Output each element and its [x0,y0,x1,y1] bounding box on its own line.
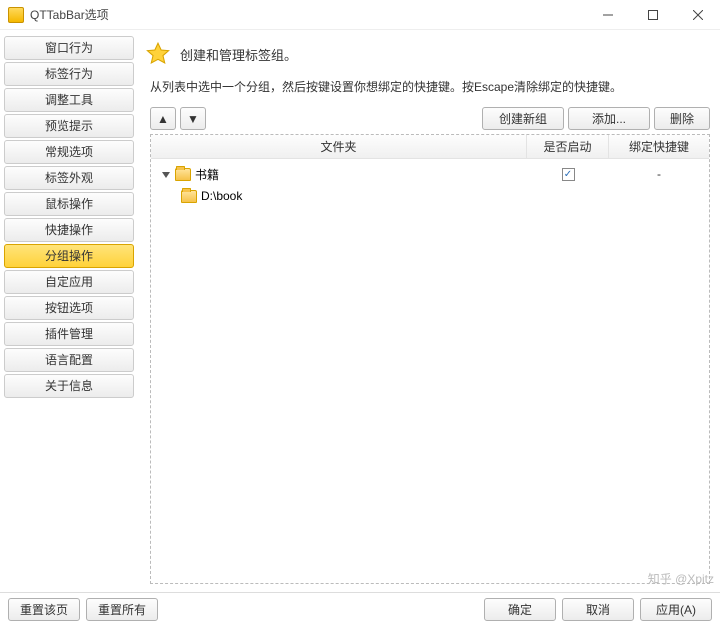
cancel-button[interactable]: 取消 [562,598,634,621]
sidebar-item-9[interactable]: 自定应用 [4,270,134,294]
sidebar-item-12[interactable]: 语言配置 [4,348,134,372]
app-icon [8,7,24,23]
add-button[interactable]: 添加... [568,107,650,130]
sidebar-item-11[interactable]: 插件管理 [4,322,134,346]
reset-all-button[interactable]: 重置所有 [86,598,158,621]
apply-button[interactable]: 应用(A) [640,598,712,621]
minimize-button[interactable] [585,0,630,30]
column-start[interactable]: 是否启动 [527,135,609,158]
move-up-button[interactable]: ▲ [150,107,176,130]
group-tree: 文件夹 是否启动 绑定快捷键 书籍 ✓ - [150,134,710,584]
content-panel: 创建和管理标签组。 从列表中选中一个分组，然后按键设置你想绑定的快捷键。按Esc… [138,30,720,592]
tree-body: 书籍 ✓ - D:\book [151,159,709,583]
reset-page-button[interactable]: 重置该页 [8,598,80,621]
column-folder[interactable]: 文件夹 [151,135,527,158]
close-button[interactable] [675,0,720,30]
sidebar-item-13[interactable]: 关于信息 [4,374,134,398]
child-label: D:\book [201,189,242,203]
ok-button[interactable]: 确定 [484,598,556,621]
group-key: - [609,167,709,181]
delete-button[interactable]: 删除 [654,107,710,130]
sidebar-item-0[interactable]: 窗口行为 [4,36,134,60]
sidebar-item-1[interactable]: 标签行为 [4,62,134,86]
folder-icon [181,190,197,203]
create-group-button[interactable]: 创建新组 [482,107,564,130]
tree-group-row[interactable]: 书籍 ✓ - [151,163,709,185]
page-title: 创建和管理标签组。 [180,45,297,64]
title-bar: QTTabBar选项 [0,0,720,30]
sidebar-item-2[interactable]: 调整工具 [4,88,134,112]
sidebar-item-8[interactable]: 分组操作 [4,244,134,268]
sidebar-item-6[interactable]: 鼠标操作 [4,192,134,216]
main-area: 窗口行为标签行为调整工具预览提示常规选项标签外观鼠标操作快捷操作分组操作自定应用… [0,30,720,592]
window-title: QTTabBar选项 [30,6,585,23]
tree-header: 文件夹 是否启动 绑定快捷键 [151,135,709,159]
sidebar-item-7[interactable]: 快捷操作 [4,218,134,242]
sidebar-item-10[interactable]: 按钮选项 [4,296,134,320]
column-key[interactable]: 绑定快捷键 [609,135,709,158]
footer: 重置该页 重置所有 确定 取消 应用(A) [0,592,720,626]
toolbar: ▲ ▼ 创建新组 添加... 删除 [144,107,710,130]
maximize-button[interactable] [630,0,675,30]
star-icon [144,40,172,68]
group-label: 书籍 [195,166,219,183]
instruction-text: 从列表中选中一个分组，然后按键设置你想绑定的快捷键。按Escape清除绑定的快捷… [150,78,710,95]
page-header: 创建和管理标签组。 [144,40,710,68]
triangle-up-icon: ▲ [157,112,169,126]
sidebar-item-5[interactable]: 标签外观 [4,166,134,190]
sidebar-item-3[interactable]: 预览提示 [4,114,134,138]
tree-child-row[interactable]: D:\book [151,185,709,207]
move-down-button[interactable]: ▼ [180,107,206,130]
folder-icon [175,168,191,181]
expander-icon[interactable] [161,169,171,179]
start-checkbox[interactable]: ✓ [562,168,575,181]
sidebar-item-4[interactable]: 常规选项 [4,140,134,164]
triangle-down-icon: ▼ [187,112,199,126]
sidebar: 窗口行为标签行为调整工具预览提示常规选项标签外观鼠标操作快捷操作分组操作自定应用… [0,30,138,592]
